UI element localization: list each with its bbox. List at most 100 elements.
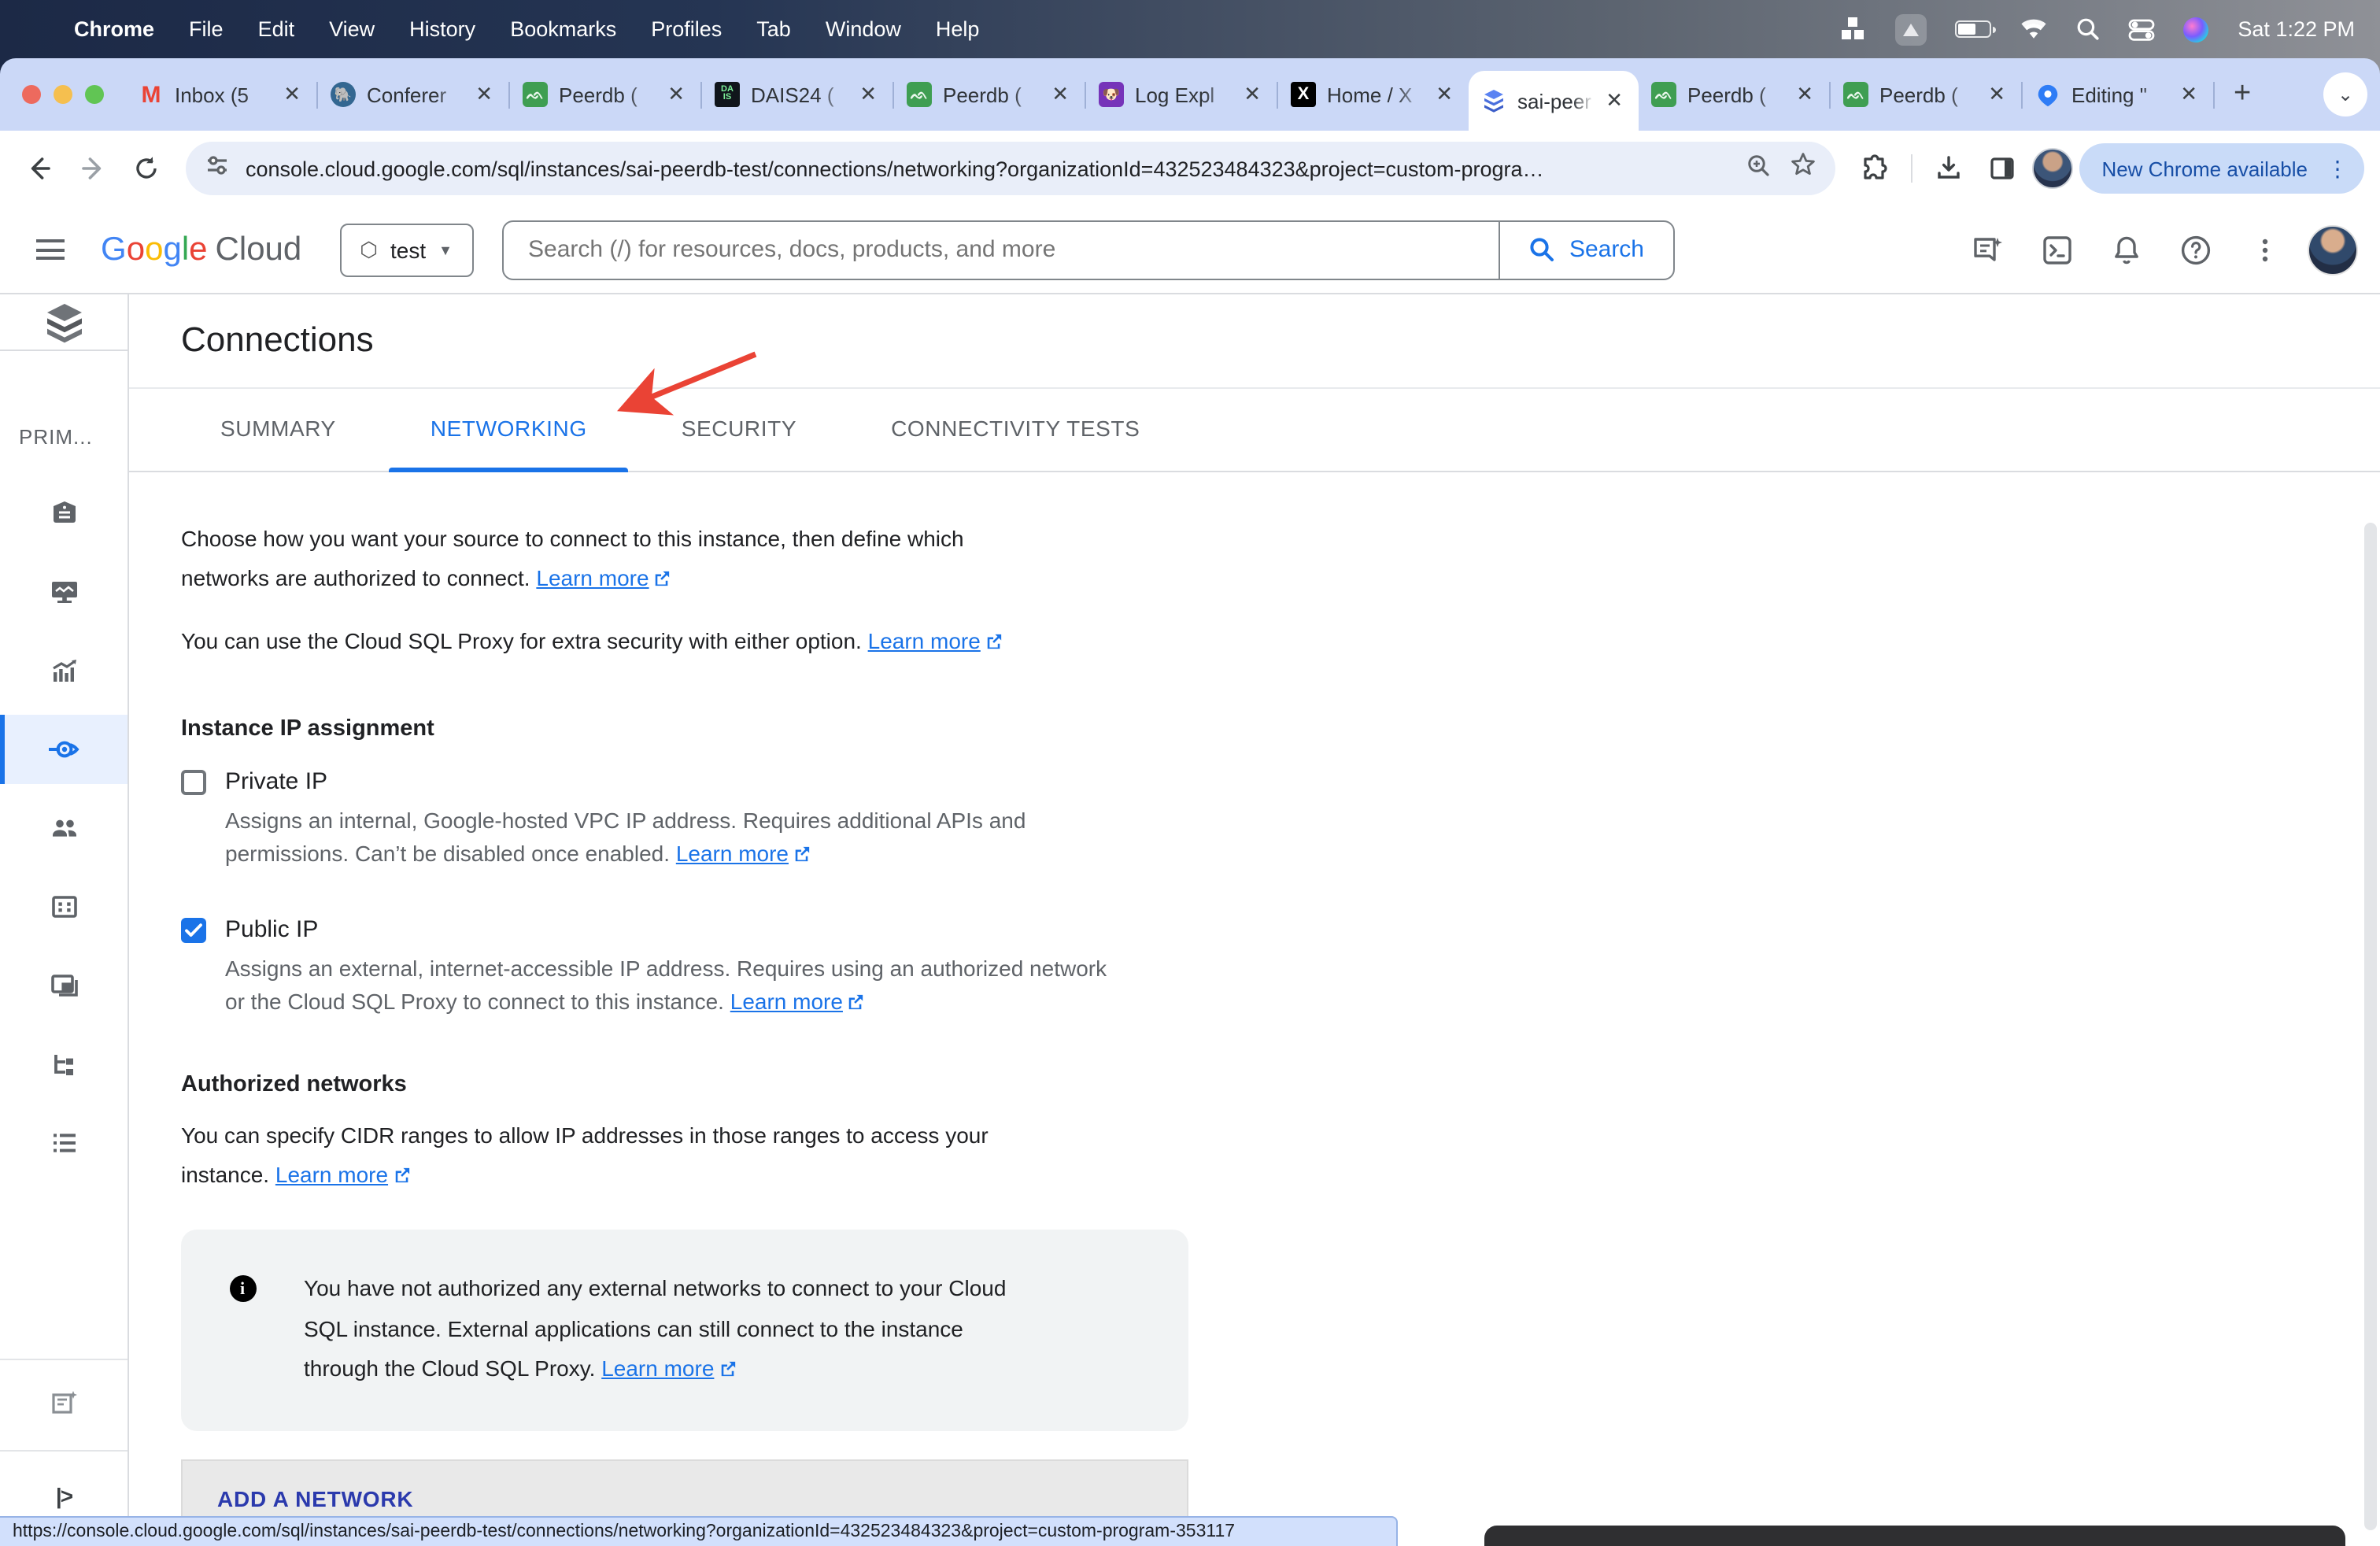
update-menu-icon[interactable]: ⋮ bbox=[2320, 155, 2355, 182]
more-options-icon[interactable] bbox=[2238, 223, 2292, 276]
cloud-sql-logo[interactable] bbox=[0, 294, 128, 351]
private-ip-label: Private IP bbox=[225, 768, 327, 795]
menu-window[interactable]: Window bbox=[808, 17, 918, 41]
tab-peerdb-1[interactable]: ᨒ Peerdb ( ✕ bbox=[510, 68, 700, 121]
bookmark-star-icon[interactable] bbox=[1790, 151, 1816, 186]
databases-icon bbox=[48, 891, 79, 923]
tab-close-icon[interactable]: ✕ bbox=[664, 82, 688, 107]
menubar-app-icon[interactable] bbox=[1894, 13, 1926, 45]
tab-networking[interactable]: NETWORKING bbox=[383, 383, 634, 472]
tab-search-button[interactable]: ⌄ bbox=[2323, 72, 2367, 117]
tab-peerdb-3[interactable]: ᨒ Peerdb ( ✕ bbox=[1639, 68, 1829, 121]
learn-more-link[interactable]: Learn more bbox=[275, 1162, 388, 1187]
tab-peerdb-4[interactable]: ᨒ Peerdb ( ✕ bbox=[1831, 68, 2021, 121]
back-button[interactable] bbox=[16, 145, 63, 192]
siri-icon[interactable] bbox=[2182, 13, 2208, 45]
side-panel-icon[interactable] bbox=[1979, 145, 2026, 192]
tab-x-home[interactable]: X Home / X ✕ bbox=[1278, 68, 1469, 121]
google-cloud-logo[interactable]: GoogleCloud bbox=[101, 231, 301, 268]
private-ip-description: Assigns an internal, Google-hosted VPC I… bbox=[225, 804, 2380, 871]
peerdb-favicon-icon: ᨒ bbox=[1651, 82, 1676, 107]
chrome-update-pill[interactable]: New Chrome available ⋮ bbox=[2079, 143, 2364, 194]
tab-sai-peerdb-active[interactable]: sai-peer ✕ bbox=[1469, 71, 1639, 131]
scrollbar-thumb[interactable] bbox=[2364, 523, 2377, 1530]
authorized-networks-heading: Authorized networks bbox=[181, 1072, 2380, 1097]
menu-history[interactable]: History bbox=[392, 17, 493, 41]
account-avatar[interactable] bbox=[2308, 224, 2358, 275]
tab-dais24[interactable]: DAIS DAIS24 ( ✕ bbox=[702, 68, 893, 121]
extensions-icon[interactable] bbox=[1851, 145, 1898, 192]
tab-connectivity-tests[interactable]: CONNECTIVITY TESTS bbox=[844, 383, 1187, 472]
downloads-icon[interactable] bbox=[1925, 145, 1972, 192]
forward-button[interactable] bbox=[69, 145, 116, 192]
cloud-shell-icon[interactable] bbox=[2031, 223, 2084, 276]
address-bar[interactable]: console.cloud.google.com/sql/instances/s… bbox=[186, 142, 1835, 195]
menu-file[interactable]: File bbox=[172, 17, 241, 41]
private-ip-checkbox[interactable] bbox=[181, 769, 206, 794]
tab-close-icon[interactable]: ✕ bbox=[1793, 82, 1816, 107]
tab-summary[interactable]: SUMMARY bbox=[173, 383, 383, 472]
tab-close-icon[interactable]: ✕ bbox=[472, 82, 496, 107]
tab-close-icon[interactable]: ✕ bbox=[1432, 82, 1456, 107]
tab-security[interactable]: SECURITY bbox=[634, 383, 844, 472]
tab-conference[interactable]: 🐘 Conferer ✕ bbox=[318, 68, 508, 121]
window-manager-icon[interactable] bbox=[1841, 13, 1866, 45]
tab-close-icon[interactable]: ✕ bbox=[1048, 82, 1072, 107]
tab-close-icon[interactable]: ✕ bbox=[280, 82, 304, 107]
sidebar-item-overview[interactable] bbox=[0, 479, 128, 548]
tab-editing-map[interactable]: Editing " ✕ bbox=[2023, 68, 2213, 121]
tab-inbox[interactable]: M Inbox (5 ✕ bbox=[126, 68, 316, 121]
tab-close-icon[interactable]: ✕ bbox=[856, 82, 880, 107]
menu-tab[interactable]: Tab bbox=[739, 17, 808, 41]
sidebar-item-release-notes[interactable] bbox=[0, 1368, 128, 1437]
release-notes-icon[interactable] bbox=[1961, 223, 2015, 276]
learn-more-link[interactable]: Learn more bbox=[868, 628, 981, 653]
gcp-search-button[interactable]: Search bbox=[1499, 221, 1672, 278]
sidebar-item-operations[interactable] bbox=[0, 1108, 128, 1178]
learn-more-link[interactable]: Learn more bbox=[601, 1356, 714, 1381]
public-ip-checkbox[interactable] bbox=[181, 917, 206, 942]
menu-chrome[interactable]: Chrome bbox=[57, 17, 172, 41]
sidebar-item-databases[interactable] bbox=[0, 872, 128, 941]
browser-profile-avatar[interactable] bbox=[2032, 148, 2073, 189]
tab-log-explorer[interactable]: 🐶 Log Expl ✕ bbox=[1086, 68, 1277, 121]
new-tab-button[interactable]: + bbox=[2215, 77, 2270, 112]
sidebar-item-connections[interactable] bbox=[0, 715, 128, 784]
help-icon[interactable] bbox=[2169, 223, 2223, 276]
sidebar-item-backups[interactable] bbox=[0, 951, 128, 1020]
project-picker[interactable]: ⬡ test ▼ bbox=[339, 223, 473, 276]
sidebar-item-query-insights[interactable] bbox=[0, 636, 128, 705]
site-settings-icon[interactable] bbox=[205, 152, 230, 185]
close-window-button[interactable] bbox=[22, 85, 41, 104]
sidebar-item-users[interactable] bbox=[0, 793, 128, 863]
menu-profiles[interactable]: Profiles bbox=[634, 17, 739, 41]
notifications-bell-icon[interactable] bbox=[2100, 223, 2153, 276]
url-text[interactable]: console.cloud.google.com/sql/instances/s… bbox=[246, 157, 1733, 180]
minimize-window-button[interactable] bbox=[54, 85, 72, 104]
sidebar-item-system-insights[interactable] bbox=[0, 557, 128, 627]
sidebar-item-replicas[interactable] bbox=[0, 1030, 128, 1099]
battery-icon[interactable] bbox=[1954, 13, 1990, 45]
learn-more-link[interactable]: Learn more bbox=[730, 988, 843, 1013]
tab-close-icon[interactable]: ✕ bbox=[1240, 82, 1264, 107]
menubar-clock[interactable]: Sat 1:22 PM bbox=[2238, 17, 2355, 41]
wifi-icon[interactable] bbox=[2019, 13, 2047, 45]
learn-more-link[interactable]: Learn more bbox=[536, 565, 649, 590]
tab-close-icon[interactable]: ✕ bbox=[2177, 82, 2201, 107]
nav-menu-icon[interactable] bbox=[22, 221, 79, 278]
gcp-search-input[interactable] bbox=[503, 236, 1499, 263]
menu-help[interactable]: Help bbox=[918, 17, 997, 41]
zoom-window-button[interactable] bbox=[85, 85, 104, 104]
tab-close-icon[interactable]: ✕ bbox=[1985, 82, 2009, 107]
menu-view[interactable]: View bbox=[312, 17, 392, 41]
reload-button[interactable] bbox=[123, 145, 170, 192]
control-center-icon[interactable] bbox=[2127, 13, 2154, 45]
menu-edit[interactable]: Edit bbox=[241, 17, 312, 41]
external-link-icon bbox=[393, 1157, 410, 1196]
tab-peerdb-2[interactable]: ᨒ Peerdb ( ✕ bbox=[894, 68, 1085, 121]
learn-more-link[interactable]: Learn more bbox=[676, 840, 789, 865]
zoom-page-icon[interactable] bbox=[1746, 152, 1771, 185]
tab-close-icon[interactable]: ✕ bbox=[1602, 88, 1626, 113]
spotlight-icon[interactable] bbox=[2075, 13, 2099, 45]
menu-bookmarks[interactable]: Bookmarks bbox=[493, 17, 634, 41]
